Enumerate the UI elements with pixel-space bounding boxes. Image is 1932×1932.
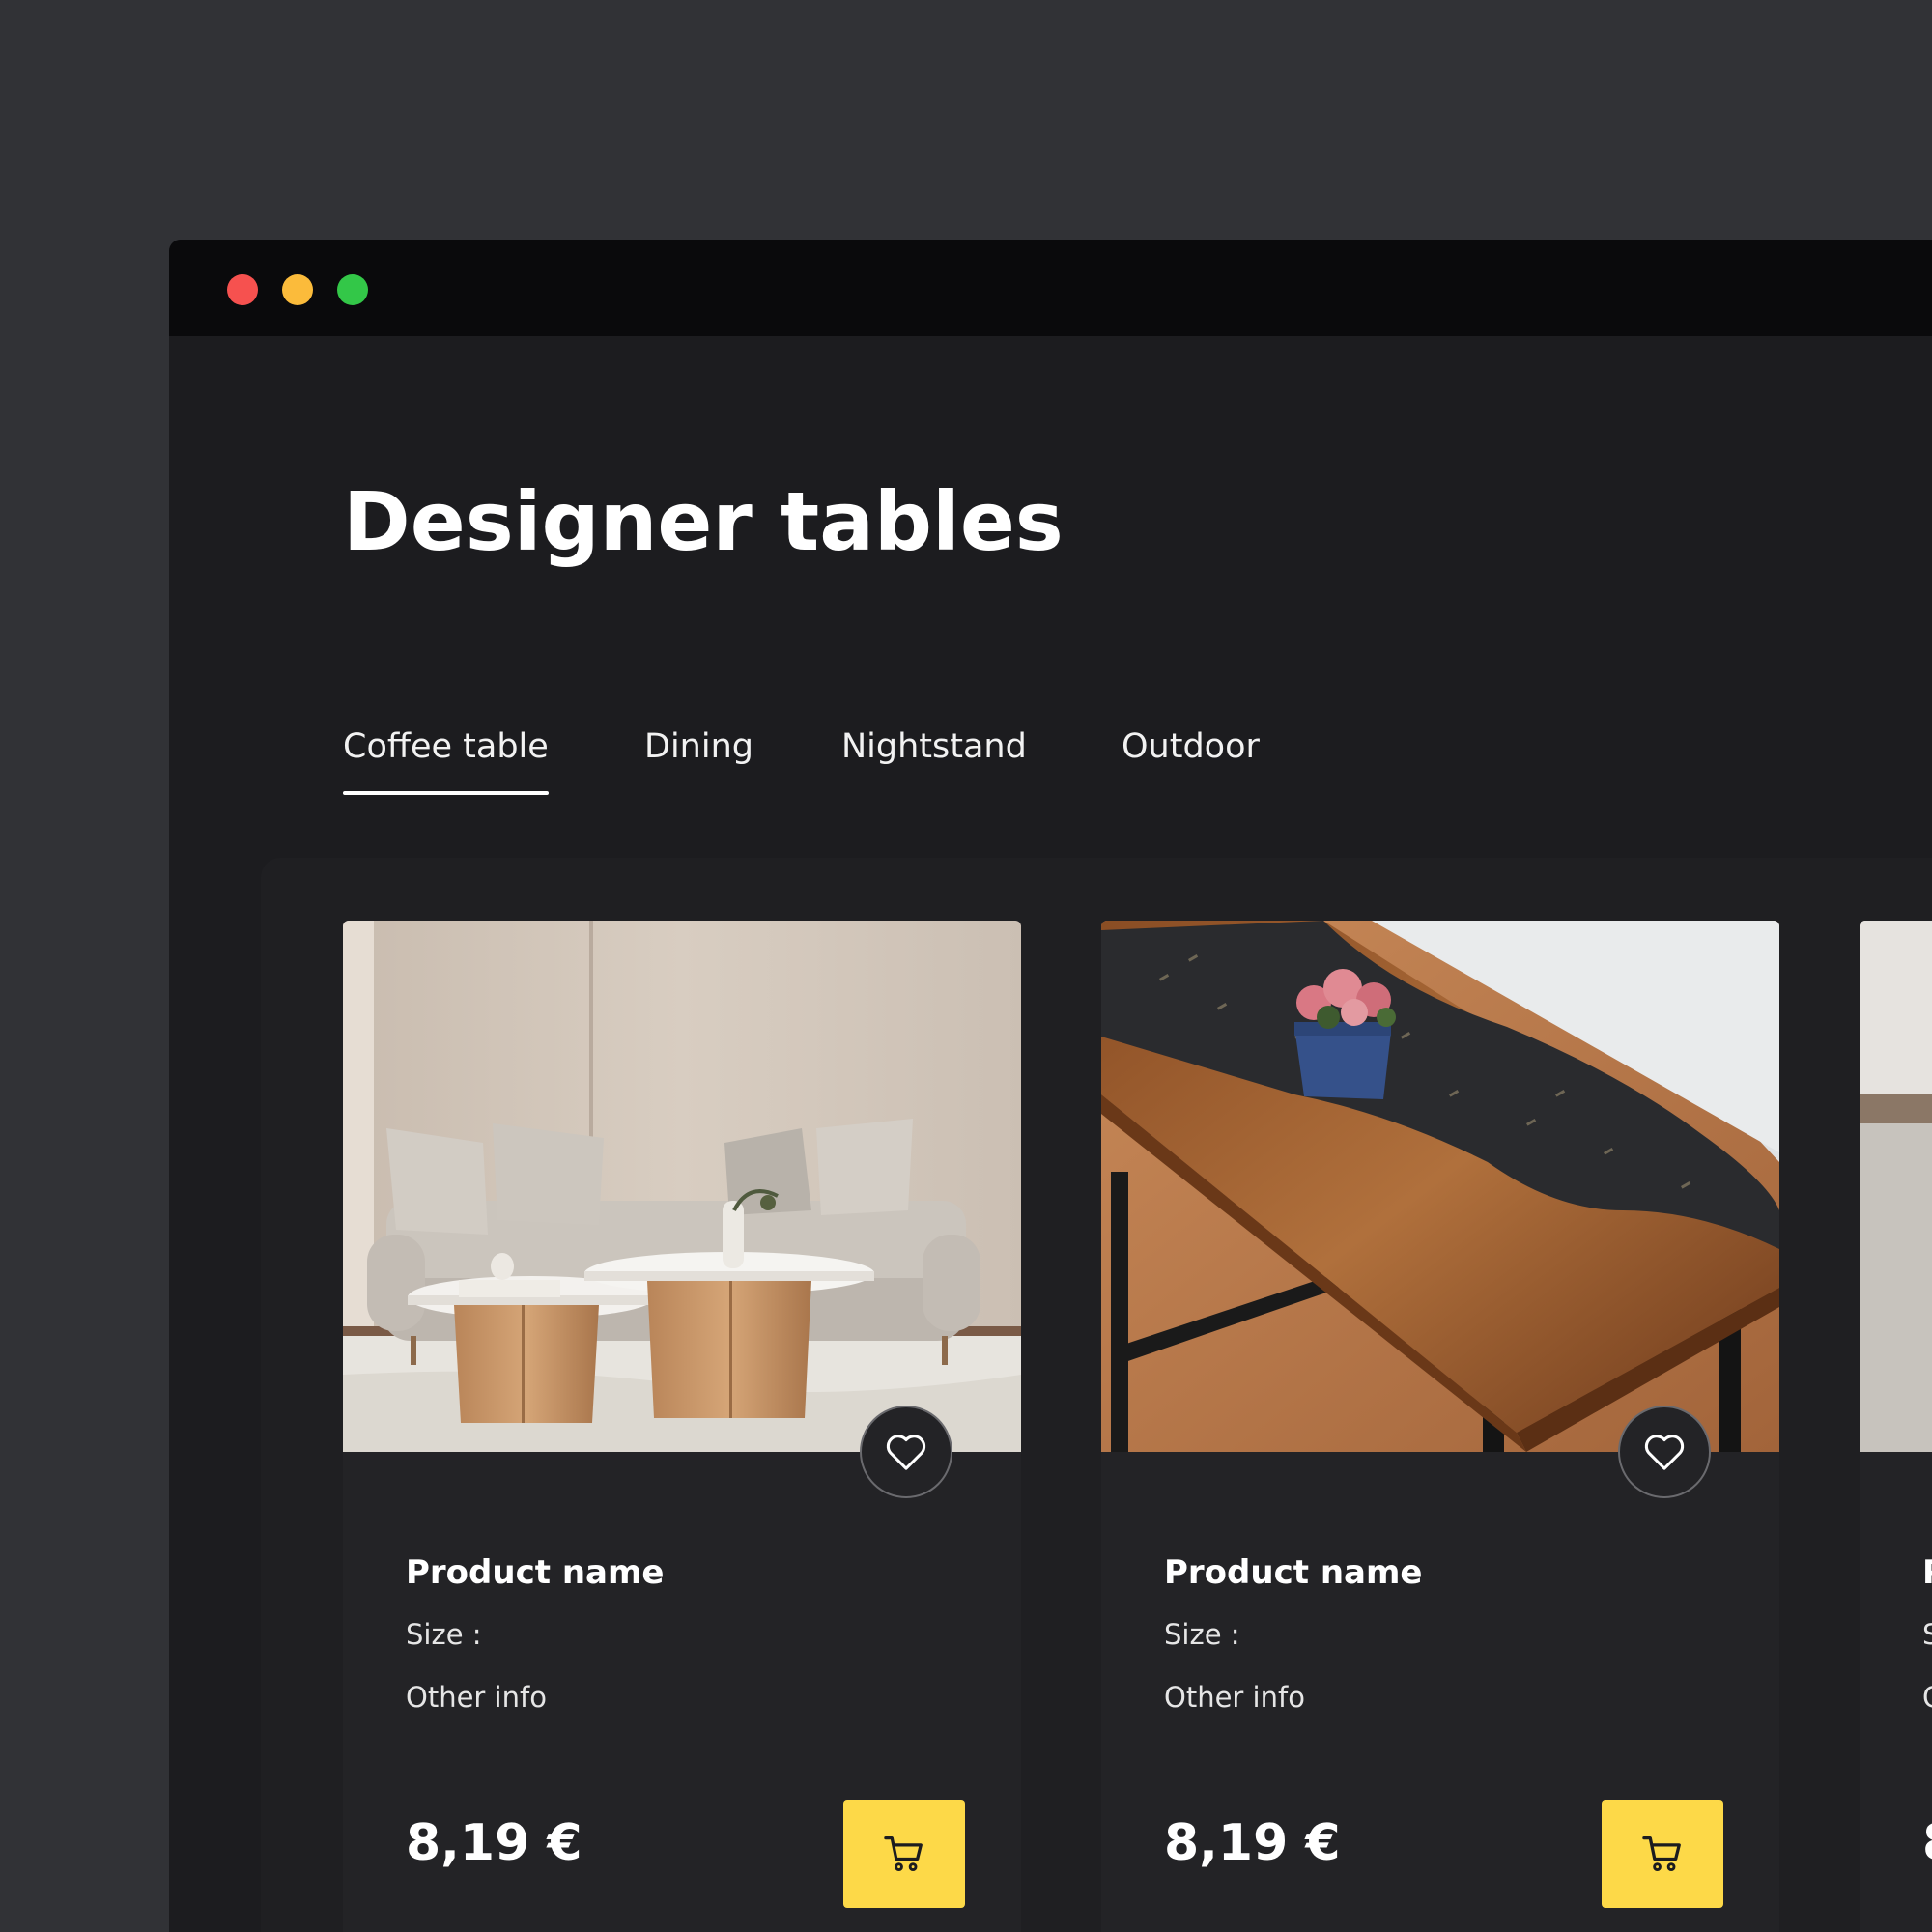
window-maximize-button[interactable] <box>337 274 368 305</box>
product-price: 8,19 € <box>1164 1814 1341 1872</box>
heart-icon <box>886 1435 926 1470</box>
add-to-cart-button[interactable] <box>1602 1800 1723 1908</box>
page-title: Designer tables <box>343 474 1064 569</box>
product-info: Other info <box>1164 1681 1305 1714</box>
tab-dining[interactable]: Dining <box>644 730 753 764</box>
cart-icon <box>1642 1836 1681 1871</box>
product-card[interactable]: Product name Size : Other info 8,19 € <box>343 921 1021 1932</box>
product-name: Product name <box>406 1553 665 1592</box>
product-name: Product name <box>1922 1553 1932 1592</box>
product-image-river-table[interactable] <box>1101 921 1779 1452</box>
product-size: Size : <box>1922 1618 1932 1651</box>
tab-nightstand[interactable]: Nightstand <box>841 730 1027 764</box>
cart-icon <box>884 1836 923 1871</box>
product-info: Other info <box>406 1681 547 1714</box>
tab-coffee-table[interactable]: Coffee table <box>343 730 549 795</box>
product-image-partial[interactable] <box>1860 921 1932 1452</box>
browser-window: Designer tables Coffee table Dining Nigh… <box>169 240 1932 1932</box>
heart-icon <box>1644 1435 1685 1470</box>
favorite-button[interactable] <box>860 1406 952 1498</box>
product-price: 8,19 € <box>406 1814 582 1872</box>
product-card[interactable]: Product name Size : Other info 8,19 € <box>1860 921 1932 1932</box>
add-to-cart-button[interactable] <box>843 1800 965 1908</box>
product-name: Product name <box>1164 1553 1423 1592</box>
product-card[interactable]: Product name Size : Other info 8,19 € <box>1101 921 1779 1932</box>
product-image-living-room[interactable] <box>343 921 1021 1452</box>
product-size: Size : <box>406 1618 482 1651</box>
window-close-button[interactable] <box>227 274 258 305</box>
window-minimize-button[interactable] <box>282 274 313 305</box>
product-size: Size : <box>1164 1618 1240 1651</box>
product-price: 8,19 € <box>1922 1814 1932 1872</box>
product-info: Other info <box>1922 1681 1932 1714</box>
window-titlebar <box>169 240 1932 336</box>
tab-outdoor[interactable]: Outdoor <box>1122 730 1260 764</box>
favorite-button[interactable] <box>1618 1406 1711 1498</box>
